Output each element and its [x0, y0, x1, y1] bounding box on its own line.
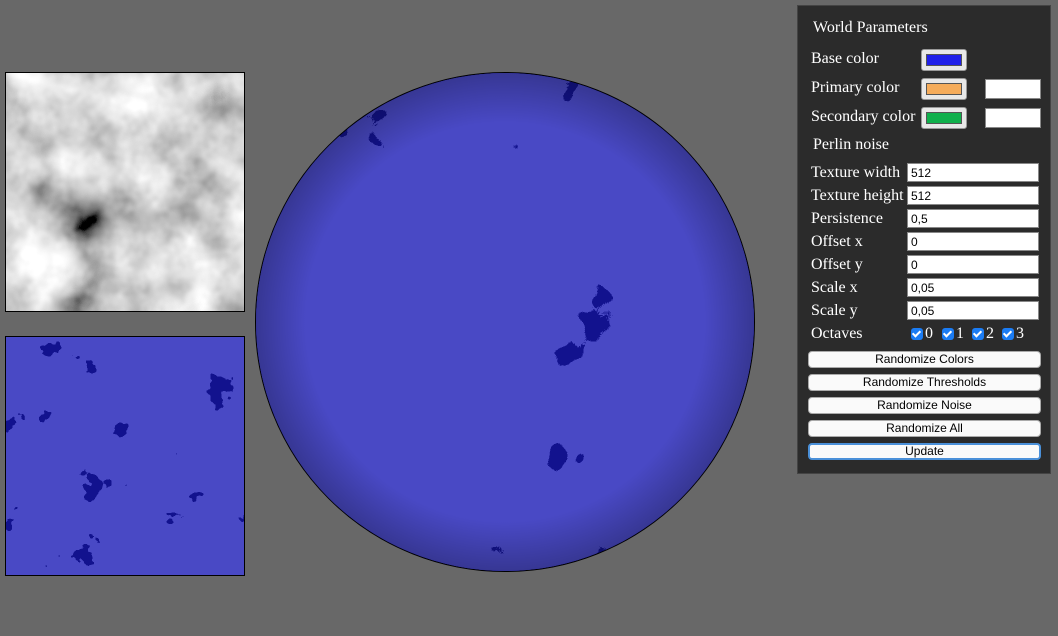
scale-x-input[interactable]: 0,05 [907, 278, 1039, 297]
offset-x-label: Offset x [811, 233, 863, 250]
octave-1-label: 1 [956, 325, 964, 342]
primary-color-label: Primary color [811, 79, 900, 96]
update-button[interactable]: Update [808, 443, 1041, 460]
secondary-color-label: Secondary color [811, 108, 916, 125]
perlin-noise-title: Perlin noise [813, 136, 889, 153]
noise-texture-preview [5, 72, 245, 312]
offset-y-input[interactable]: 0 [907, 255, 1039, 274]
primary-color-swatch [926, 83, 962, 95]
primary-threshold-input[interactable]: 0,27 [985, 79, 1041, 99]
persistence-label: Persistence [811, 210, 883, 227]
texture-height-input[interactable]: 512 [907, 186, 1039, 205]
texture-width-input[interactable]: 512 [907, 163, 1039, 182]
randomize-all-button[interactable]: Randomize All [808, 420, 1041, 437]
planet-preview [255, 72, 755, 572]
offset-x-input[interactable]: 0 [907, 232, 1039, 251]
scale-x-label: Scale x [811, 279, 858, 296]
panel-title: World Parameters [813, 19, 928, 36]
randomize-noise-button[interactable]: Randomize Noise [808, 397, 1041, 414]
octaves-label: Octaves [811, 325, 863, 342]
secondary-threshold-input[interactable]: 0,3 [985, 108, 1041, 128]
secondary-color-swatch [926, 112, 962, 124]
octave-2-checkbox[interactable] [972, 328, 984, 340]
primary-color-picker[interactable] [921, 78, 967, 100]
octave-2-label: 2 [986, 325, 994, 342]
randomize-thresholds-button[interactable]: Randomize Thresholds [808, 374, 1041, 391]
octave-1-checkbox[interactable] [942, 328, 954, 340]
octave-3-label: 3 [1016, 325, 1024, 342]
texture-height-label: Texture height [811, 187, 904, 204]
color-texture-preview [5, 336, 245, 576]
octave-3-checkbox[interactable] [1002, 328, 1014, 340]
base-color-picker[interactable] [921, 49, 967, 71]
offset-y-label: Offset y [811, 256, 863, 273]
scale-y-label: Scale y [811, 302, 858, 319]
base-color-label: Base color [811, 50, 879, 67]
octave-0-checkbox[interactable] [911, 328, 923, 340]
base-color-swatch [926, 54, 962, 66]
octave-0-label: 0 [925, 325, 933, 342]
world-parameters-panel: World Parameters Base color Primary colo… [797, 5, 1051, 474]
texture-width-label: Texture width [811, 164, 901, 181]
randomize-colors-button[interactable]: Randomize Colors [808, 351, 1041, 368]
secondary-color-picker[interactable] [921, 107, 967, 129]
persistence-input[interactable]: 0,5 [907, 209, 1039, 228]
scale-y-input[interactable]: 0,05 [907, 301, 1039, 320]
